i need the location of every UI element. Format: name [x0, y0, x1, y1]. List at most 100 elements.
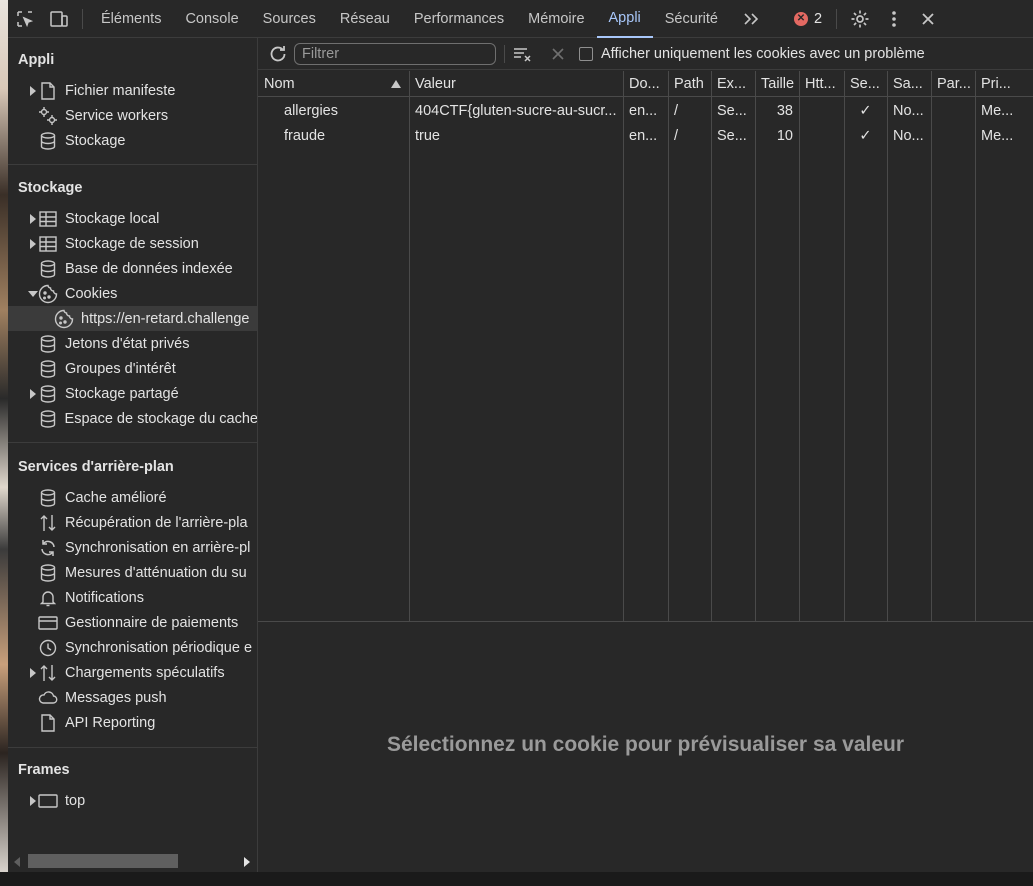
section-title-storage: Stockage — [18, 180, 83, 196]
sidebar-item-label: Notifications — [65, 589, 144, 606]
database-icon — [38, 259, 58, 279]
sidebar-item-speculative-loads[interactable]: Chargements spéculatifs — [8, 660, 257, 685]
sidebar-item-notifications[interactable]: Notifications — [8, 585, 257, 610]
column-header-domain[interactable]: Do... — [623, 71, 668, 97]
expand-arrow-icon[interactable] — [28, 388, 38, 399]
expand-arrow-icon[interactable] — [28, 213, 38, 224]
sidebar-item-bounce-tracking[interactable]: Mesures d'atténuation du su — [8, 560, 257, 585]
tab-application[interactable]: Appli — [596, 0, 653, 38]
filter-input[interactable] — [294, 42, 496, 65]
section-divider — [8, 442, 257, 443]
clock-icon — [38, 638, 58, 658]
cookie-expires: Se... — [717, 103, 747, 119]
column-divider — [755, 71, 756, 622]
tab-console[interactable]: Console — [173, 0, 250, 38]
sidebar-item-reporting-api[interactable]: API Reporting — [8, 710, 257, 735]
sidebar-item-label: Espace de stockage du cache — [64, 410, 258, 427]
expand-arrow-icon[interactable] — [28, 795, 38, 806]
close-icon[interactable] — [911, 0, 945, 38]
tab-security[interactable]: Sécurité — [653, 0, 730, 38]
scrollbar-thumb[interactable] — [28, 854, 178, 868]
sidebar-item-push-messaging[interactable]: Messages push — [8, 685, 257, 710]
scroll-right-icon[interactable] — [244, 855, 250, 871]
section-divider — [8, 164, 257, 165]
column-header-priority[interactable]: Pri... — [975, 71, 1033, 97]
sidebar-item-label: Jetons d'état privés — [65, 335, 190, 352]
database-icon — [38, 384, 58, 404]
column-divider — [931, 71, 932, 622]
sidebar-item-storage[interactable]: Stockage — [8, 128, 257, 153]
cookie-domain: en... — [629, 103, 658, 119]
scroll-left-icon[interactable] — [14, 855, 20, 871]
tab-sources[interactable]: Sources — [251, 0, 328, 38]
column-header-size[interactable]: Taille — [755, 71, 799, 97]
column-header-httponly[interactable]: Htt... — [799, 71, 844, 97]
cloud-icon — [38, 688, 58, 708]
sidebar-item-frame-top[interactable]: top — [8, 788, 257, 813]
refresh-icon[interactable] — [268, 44, 288, 64]
sidebar-item-background-sync[interactable]: Synchronisation en arrière-pl — [8, 535, 257, 560]
cookie-size: 38 — [776, 103, 793, 119]
sync-icon — [38, 538, 58, 558]
clear-all-cookies-icon[interactable] — [513, 46, 533, 62]
sidebar-item-manifest[interactable]: Fichier manifeste — [8, 78, 257, 103]
devtools-toolbar: Éléments Console Sources Réseau Performa… — [8, 0, 1033, 38]
sidebar-item-shared-storage[interactable]: Stockage partagé — [8, 381, 257, 406]
credit-card-icon — [38, 613, 58, 633]
sidebar-item-label: Groupes d'intérêt — [65, 360, 176, 377]
sidebar-item-service-workers[interactable]: Service workers — [8, 103, 257, 128]
device-toolbar-icon[interactable] — [42, 0, 76, 38]
section-title-frames: Frames — [18, 762, 70, 778]
error-count-badge[interactable]: ✕ 2 — [793, 11, 822, 27]
sidebar-item-label: Synchronisation en arrière-pl — [65, 539, 251, 556]
expand-arrow-icon[interactable] — [28, 667, 38, 678]
sidebar-item-session-storage[interactable]: Stockage de session — [8, 231, 257, 256]
more-options-icon[interactable] — [877, 0, 911, 38]
sidebar-item-payment-handler[interactable]: Gestionnaire de paiements — [8, 610, 257, 635]
sort-ascending-icon — [391, 71, 401, 96]
sidebar-item-label: Cache amélioré — [65, 489, 167, 506]
delete-selected-icon[interactable] — [551, 47, 565, 61]
column-header-path[interactable]: Path — [668, 71, 711, 97]
sidebar-item-private-state-tokens[interactable]: Jetons d'état privés — [8, 331, 257, 356]
tab-performance[interactable]: Performances — [402, 0, 516, 38]
more-tabs-icon[interactable] — [734, 0, 768, 38]
expand-arrow-icon[interactable] — [28, 238, 38, 249]
cookie-value: 404CTF{gluten-sucre-au-sucr... — [415, 103, 617, 119]
column-header-secure[interactable]: Se... — [844, 71, 887, 97]
column-divider — [623, 71, 624, 622]
column-header-name[interactable]: Nom — [258, 71, 409, 97]
tab-network[interactable]: Réseau — [328, 0, 402, 38]
sidebar-item-label: Fichier manifeste — [65, 82, 176, 99]
sidebar-item-interest-groups[interactable]: Groupes d'intérêt — [8, 356, 257, 381]
column-header-value[interactable]: Valeur — [409, 71, 623, 97]
up-down-arrows-icon — [38, 513, 58, 533]
issues-only-checkbox[interactable] — [579, 46, 593, 61]
sidebar-horizontal-scrollbar[interactable] — [8, 848, 257, 872]
column-header-samesite[interactable]: Sa... — [887, 71, 931, 97]
background-page-strip — [0, 0, 8, 886]
cookie-secure-check: ✓ — [859, 128, 872, 144]
cookies-filter-bar: Afficher uniquement les cookies avec un … — [258, 38, 1033, 70]
collapse-arrow-icon[interactable] — [28, 289, 38, 299]
sidebar-item-bfcache[interactable]: Cache amélioré — [8, 485, 257, 510]
sidebar-item-background-fetch[interactable]: Récupération de l'arrière-pla — [8, 510, 257, 535]
sidebar-item-cookie-origin[interactable]: https://en-retard.challenge — [8, 306, 257, 331]
sidebar-item-periodic-sync[interactable]: Synchronisation périodique e — [8, 635, 257, 660]
tab-elements[interactable]: Éléments — [89, 0, 173, 38]
column-header-partition-key[interactable]: Par... — [931, 71, 975, 97]
tab-memory[interactable]: Mémoire — [516, 0, 596, 38]
sidebar-item-local-storage[interactable]: Stockage local — [8, 206, 257, 231]
inspect-element-icon[interactable] — [8, 0, 42, 38]
cookie-samesite: No... — [893, 128, 924, 144]
settings-gear-icon[interactable] — [843, 0, 877, 38]
frame-window-icon — [38, 791, 58, 811]
expand-arrow-icon[interactable] — [28, 85, 38, 96]
sidebar-item-indexeddb[interactable]: Base de données indexée — [8, 256, 257, 281]
sidebar-item-cache-storage[interactable]: Espace de stockage du cache — [8, 406, 258, 431]
column-header-expires[interactable]: Ex... — [711, 71, 755, 97]
column-divider — [887, 71, 888, 622]
column-divider — [799, 71, 800, 622]
up-down-arrows-icon — [38, 663, 58, 683]
sidebar-item-cookies[interactable]: Cookies — [8, 281, 257, 306]
